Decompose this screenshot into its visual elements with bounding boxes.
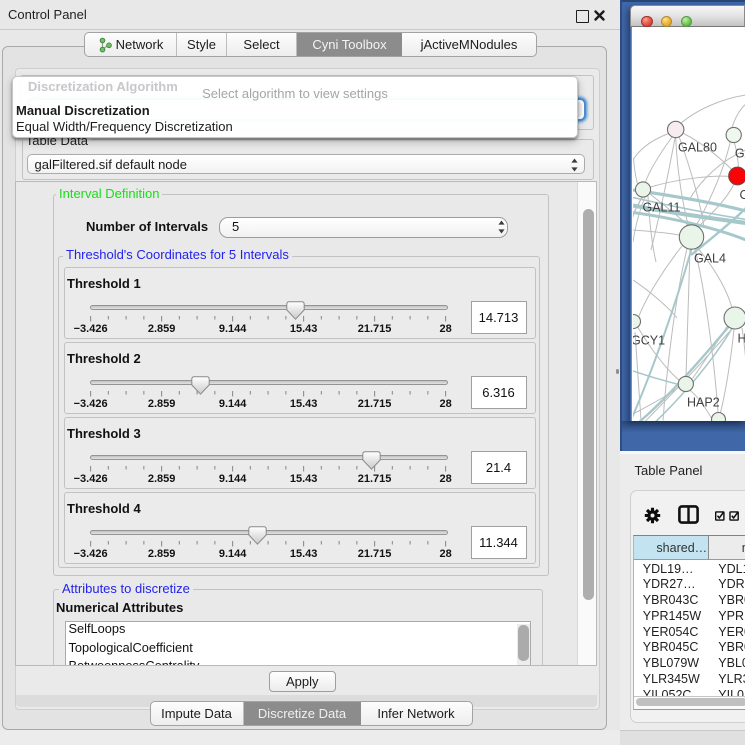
svg-text:H: H	[738, 332, 745, 346]
svg-text:C: C	[740, 188, 745, 202]
svg-text:GAL80: GAL80	[678, 141, 717, 155]
svg-text:GAL11: GAL11	[643, 201, 681, 215]
svg-text:GAL4: GAL4	[694, 252, 726, 266]
svg-text:GCY1: GCY1	[633, 334, 665, 348]
svg-text:HAP2: HAP2	[687, 396, 720, 410]
svg-text:GA: GA	[735, 146, 745, 160]
